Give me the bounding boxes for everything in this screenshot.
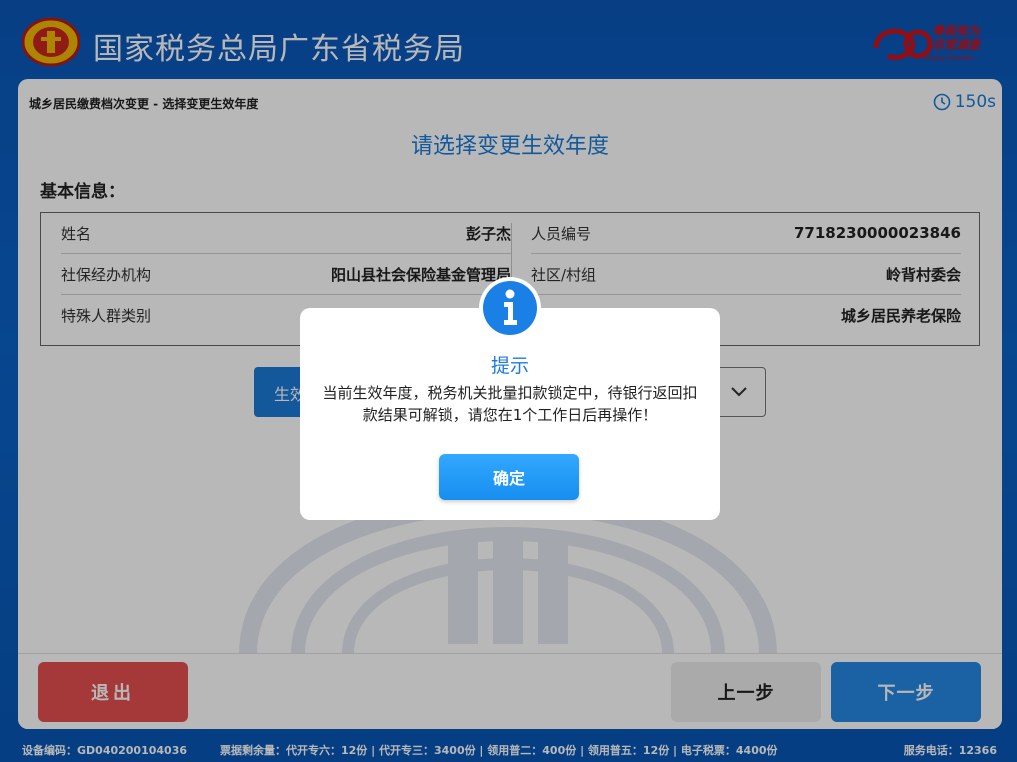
confirm-button[interactable]: 确定 [439, 454, 579, 500]
dialog-message: 当前生效年度，税务机关批量扣款锁定中，待银行返回扣款结果可解锁，请您在1个工作日… [322, 384, 698, 424]
info-icon [479, 277, 541, 339]
dialog-title: 提示 [490, 355, 529, 377]
